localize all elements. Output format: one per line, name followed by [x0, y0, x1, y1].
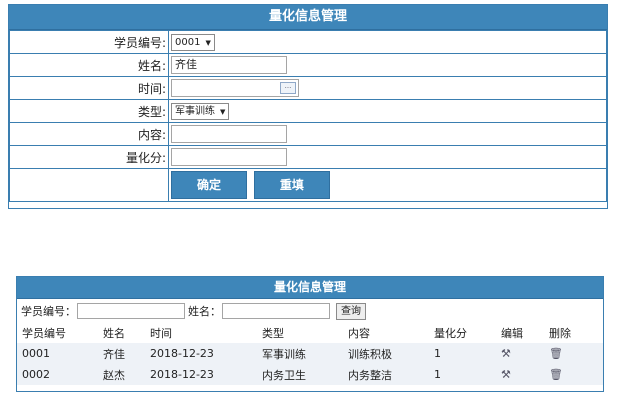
- student-id-label: 学员编号:: [9, 30, 169, 54]
- form-title: 量化信息管理: [9, 5, 607, 30]
- records-table: 学员编号 姓名 时间 类型 内容 量化分 编辑 删除 0001 齐佳 2018-…: [17, 323, 603, 385]
- search-student-id-label: 学员编号：: [21, 305, 76, 318]
- cell-score: 1: [434, 368, 441, 381]
- cell-content: 训练积极: [348, 347, 392, 361]
- score-label: 量化分:: [9, 145, 169, 169]
- student-id-select[interactable]: 0001 ▼: [171, 33, 215, 51]
- col-content: 内容: [348, 327, 370, 340]
- col-name: 姓名: [103, 327, 125, 340]
- edit-icon[interactable]: ⚒: [501, 347, 511, 360]
- cell-student-id: 0002: [22, 368, 50, 381]
- edit-icon[interactable]: ⚒: [501, 368, 511, 381]
- type-label: 类型:: [9, 99, 169, 123]
- name-label: 姓名:: [9, 53, 169, 77]
- search-name-label: 姓名：: [188, 305, 221, 318]
- chevron-down-icon: ▼: [220, 107, 226, 116]
- chevron-down-icon: ▼: [205, 38, 211, 47]
- content-label: 内容:: [9, 122, 169, 146]
- calendar-icon[interactable]: ···: [280, 82, 296, 94]
- score-field[interactable]: [171, 148, 287, 166]
- cell-time: 2018-12-23: [150, 347, 214, 360]
- search-bar: 学员编号： 姓名： 查询: [17, 299, 603, 323]
- cell-name: 齐佳: [103, 347, 125, 361]
- type-select[interactable]: 军事训练 ▼: [171, 102, 230, 120]
- table-row: 0002 赵杰 2018-12-23 内务卫生 内务整洁 1 ⚒ 🗑: [17, 364, 603, 385]
- col-student-id: 学员编号: [22, 327, 66, 340]
- time-label: 时间:: [9, 76, 169, 100]
- list-title: 量化信息管理: [17, 277, 603, 299]
- query-button[interactable]: 查询: [336, 302, 366, 320]
- reset-button[interactable]: 重填: [253, 171, 330, 199]
- content-field[interactable]: [171, 125, 287, 143]
- search-student-id-input[interactable]: [77, 303, 185, 319]
- col-delete: 删除: [549, 327, 571, 340]
- empty-cell: [9, 168, 169, 202]
- col-type: 类型: [262, 327, 284, 340]
- cell-score: 1: [434, 347, 441, 360]
- form-table: 学员编号: 0001 ▼ 姓名: 齐佳 时间: ··· 类型: 军事训练 ▼ 内…: [9, 30, 607, 202]
- name-field[interactable]: 齐佳: [171, 56, 287, 74]
- col-score: 量化分: [434, 327, 467, 340]
- table-row: 0001 齐佳 2018-12-23 军事训练 训练积极 1 ⚒ 🗑: [17, 343, 603, 364]
- cell-student-id: 0001: [22, 347, 50, 360]
- cell-type: 军事训练: [262, 347, 306, 361]
- cell-type: 内务卫生: [262, 368, 306, 382]
- confirm-button[interactable]: 确定: [171, 171, 247, 199]
- cell-content: 内务整洁: [348, 368, 392, 382]
- time-field[interactable]: ···: [171, 79, 299, 97]
- trash-icon[interactable]: 🗑: [549, 347, 563, 360]
- trash-icon[interactable]: 🗑: [549, 368, 563, 381]
- search-name-input[interactable]: [222, 303, 330, 319]
- quantify-form-panel: 量化信息管理 学员编号: 0001 ▼ 姓名: 齐佳 时间: ··· 类型: 军事…: [8, 4, 608, 209]
- quantify-list-panel: 量化信息管理 学员编号： 姓名： 查询 学员编号 姓名 时间 类型 内容 量化分…: [16, 276, 604, 392]
- col-time: 时间: [150, 327, 172, 340]
- cell-time: 2018-12-23: [150, 368, 214, 381]
- cell-name: 赵杰: [103, 368, 125, 382]
- col-edit: 编辑: [501, 327, 523, 340]
